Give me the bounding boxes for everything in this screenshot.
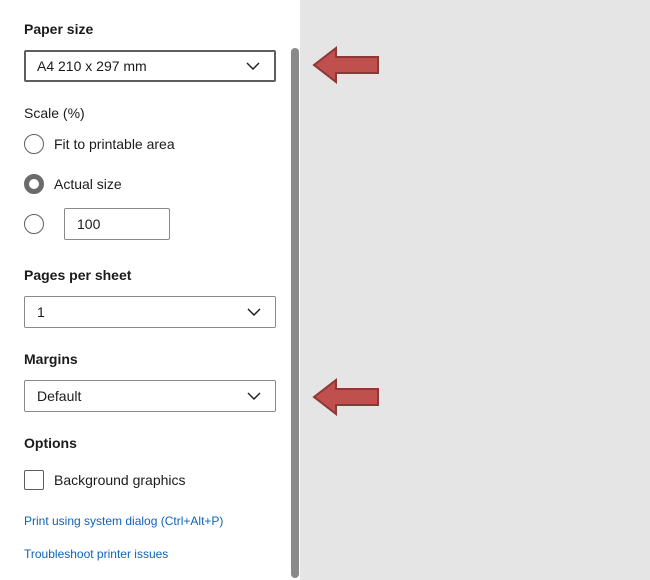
scale-option-actual[interactable]: Actual size	[24, 174, 122, 194]
system-dialog-link[interactable]: Print using system dialog (Ctrl+Alt+P)	[24, 514, 223, 528]
paper-size-select[interactable]: A4 210 x 297 mm	[24, 50, 276, 82]
scale-option-custom[interactable]	[24, 214, 44, 234]
scale-percent-value: 100	[77, 216, 101, 232]
margins-title: Margins	[24, 351, 78, 367]
troubleshoot-link[interactable]: Troubleshoot printer issues	[24, 547, 168, 561]
chevron-down-icon	[246, 62, 260, 70]
print-settings-panel: Paper size A4 210 x 297 mm Scale (%) Fit…	[0, 0, 300, 580]
paper-size-value: A4 210 x 297 mm	[37, 58, 147, 74]
background-graphics-label: Background graphics	[54, 472, 186, 488]
pages-per-sheet-title: Pages per sheet	[24, 267, 132, 283]
print-preview-area	[300, 0, 650, 580]
left-arrow-annotation	[312, 46, 379, 84]
scrollbar[interactable]	[291, 48, 299, 578]
left-arrow-annotation	[312, 378, 379, 416]
margins-value: Default	[37, 388, 82, 404]
scale-percent-input[interactable]: 100	[64, 208, 170, 240]
radio-fit-to-printable[interactable]	[24, 134, 44, 154]
background-graphics-checkbox[interactable]	[24, 470, 44, 490]
chevron-down-icon	[247, 392, 261, 400]
scale-option-fit[interactable]: Fit to printable area	[24, 134, 175, 154]
margins-select[interactable]: Default	[24, 380, 276, 412]
radio-custom-scale[interactable]	[24, 214, 44, 234]
radio-label-actual: Actual size	[54, 176, 122, 192]
radio-actual-size[interactable]	[24, 174, 44, 194]
scale-title: Scale (%)	[24, 105, 85, 121]
pages-per-sheet-select[interactable]: 1	[24, 296, 276, 328]
paper-size-title: Paper size	[24, 21, 94, 37]
pages-per-sheet-value: 1	[37, 304, 45, 320]
options-title: Options	[24, 435, 77, 451]
chevron-down-icon	[247, 308, 261, 316]
radio-label-fit: Fit to printable area	[54, 136, 175, 152]
background-graphics-option[interactable]: Background graphics	[24, 470, 186, 490]
